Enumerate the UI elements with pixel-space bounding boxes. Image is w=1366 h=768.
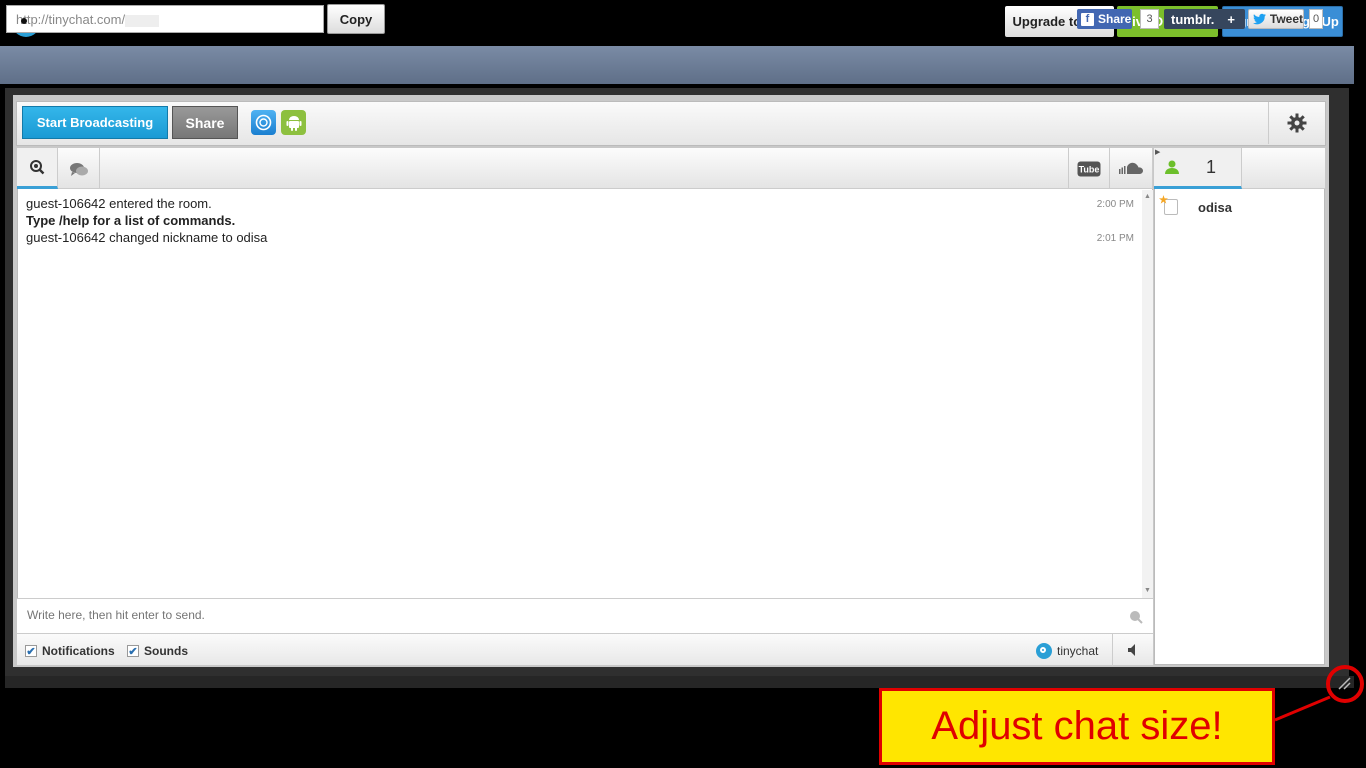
adjust-size-callout: Adjust chat size! bbox=[879, 688, 1275, 765]
resize-handle-icon[interactable] bbox=[1335, 674, 1351, 690]
callout-pointer bbox=[1274, 665, 1364, 722]
